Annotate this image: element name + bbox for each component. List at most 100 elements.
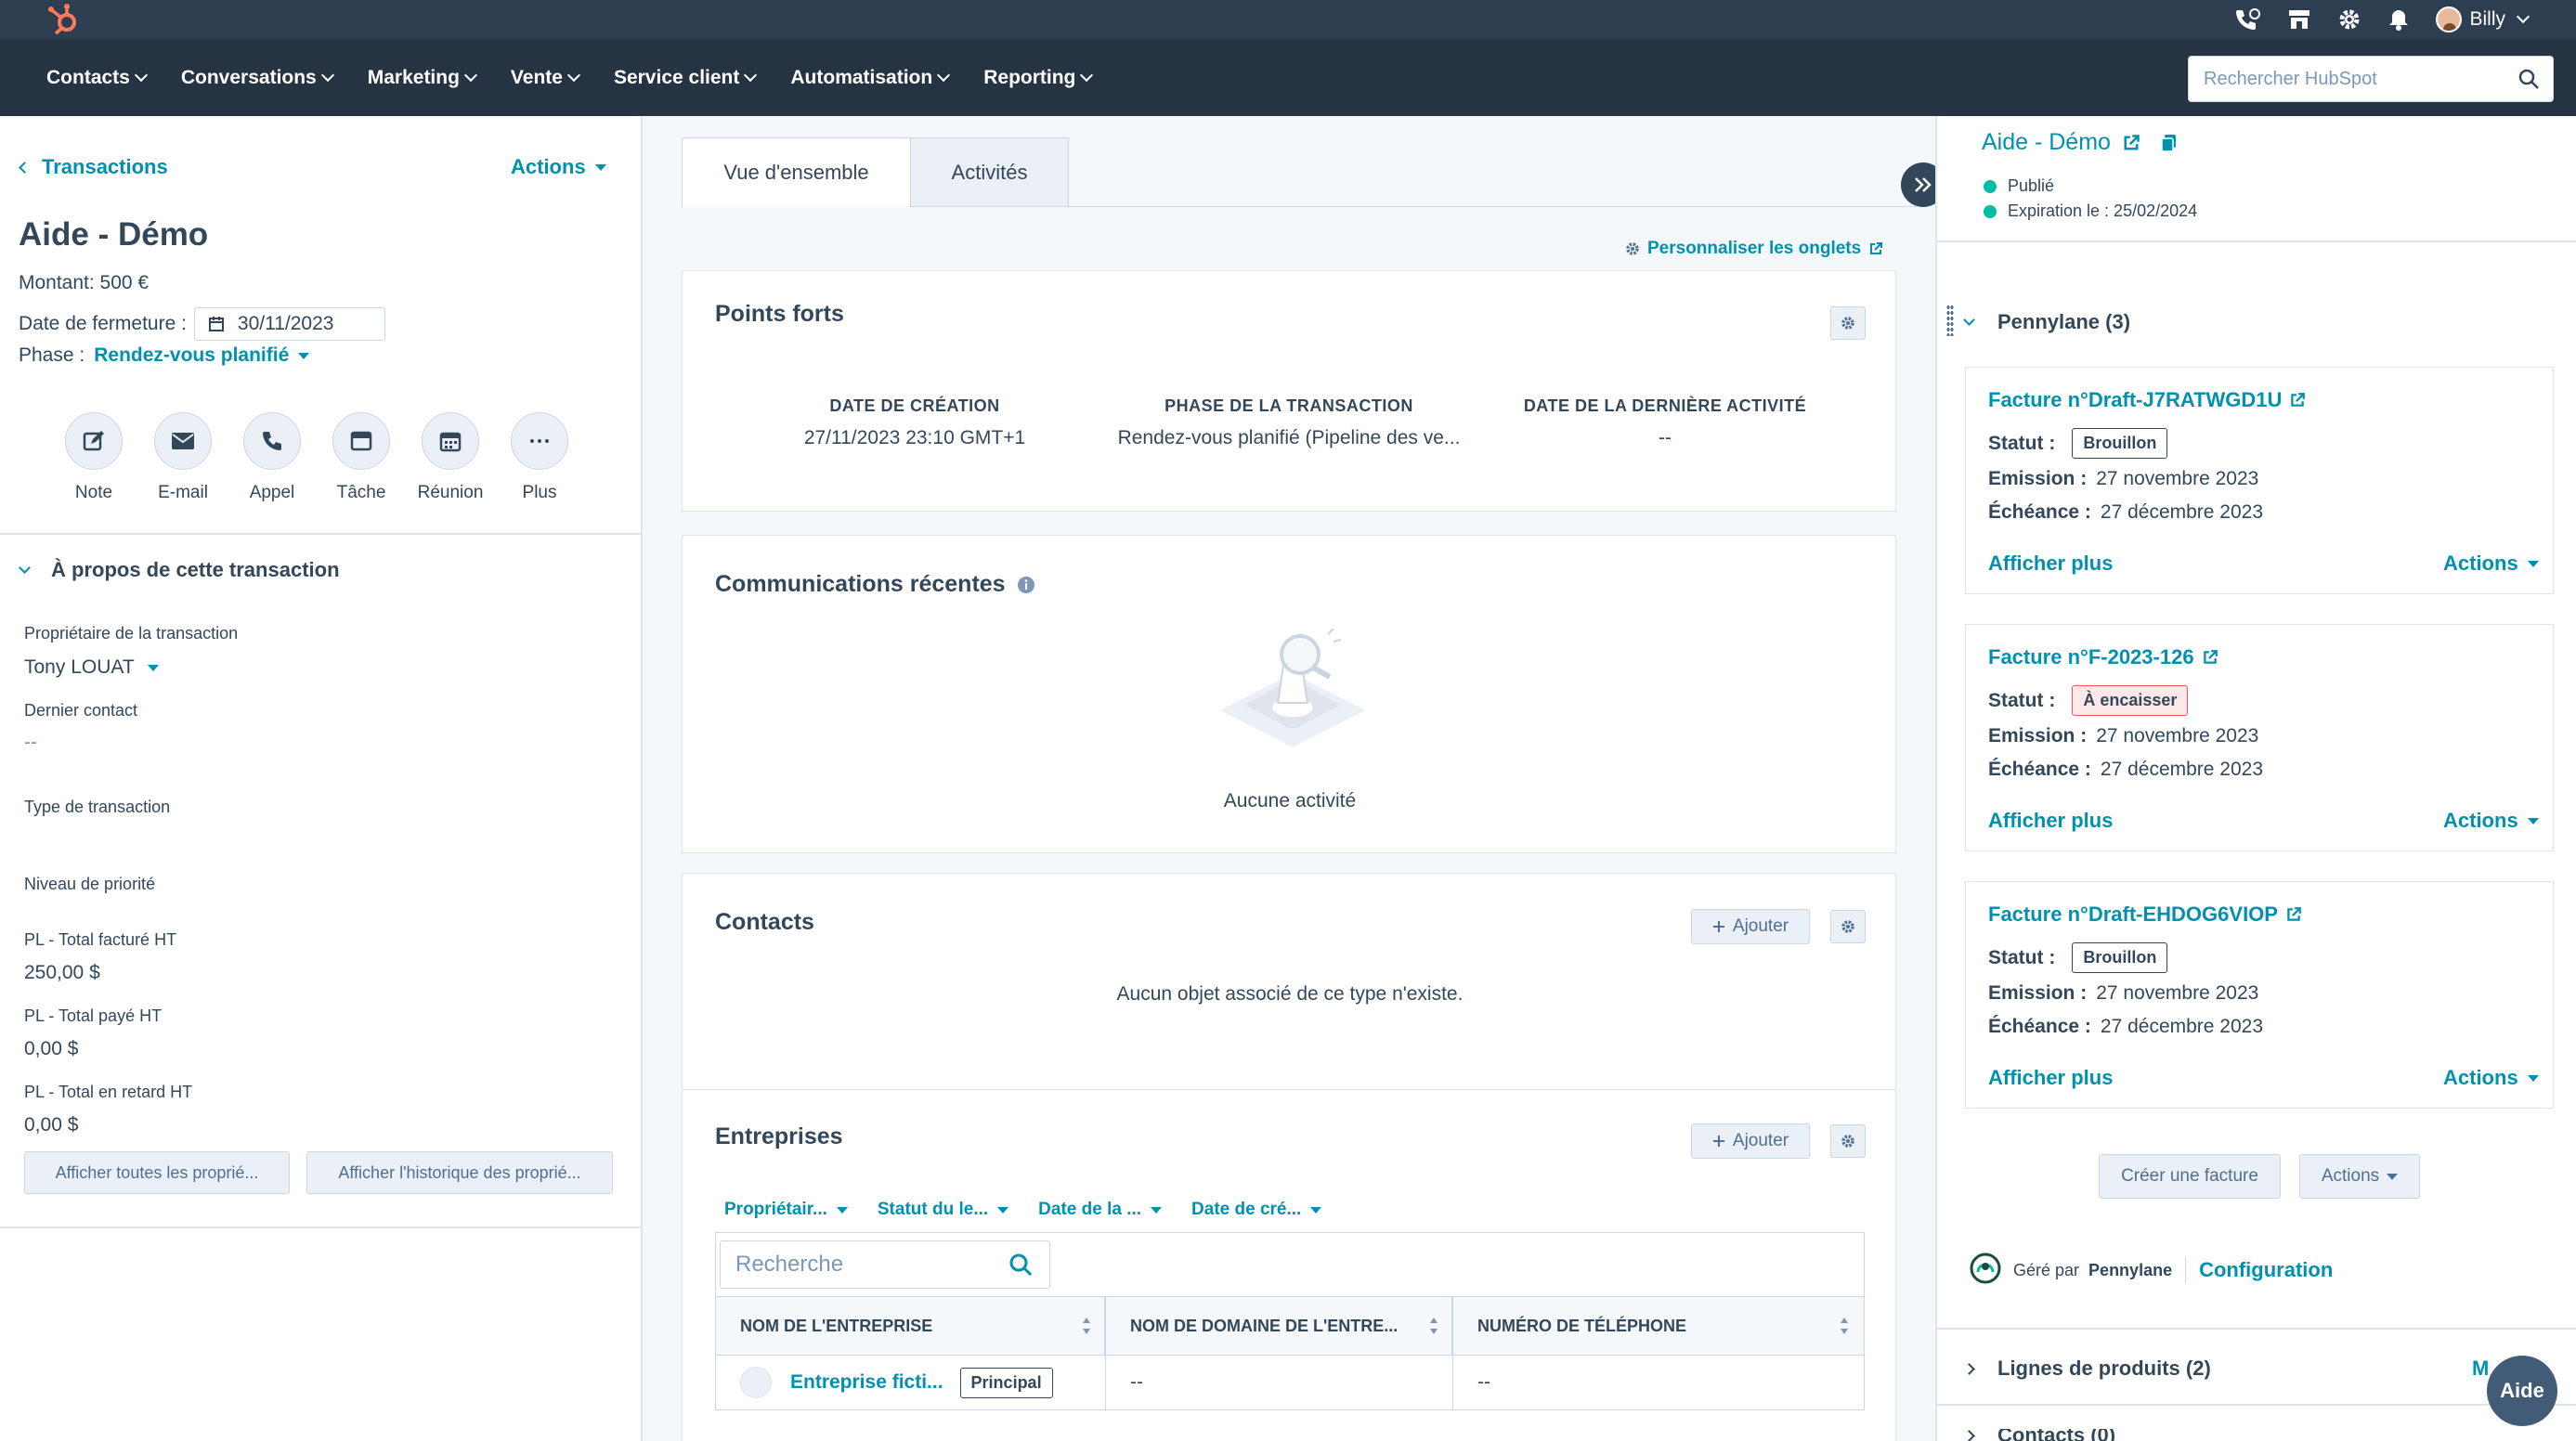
total-billed-value[interactable]: 250,00 $ (24, 962, 100, 984)
nav-conversations[interactable]: Conversations (181, 67, 334, 89)
filter-lead-status[interactable]: Statut du le... (878, 1200, 1009, 1220)
task-action[interactable]: Tâche (332, 412, 390, 503)
pennylane-section-toggle[interactable]: Pennylane (3) (1958, 310, 2130, 334)
tab-activities[interactable]: Activités (911, 137, 1069, 207)
total-late-value[interactable]: 0,00 $ (24, 1114, 78, 1136)
company-filters: Propriétair... Statut du le... Date de l… (724, 1200, 1322, 1220)
more-action-button[interactable] (511, 412, 568, 470)
filter-created-date[interactable]: Date de cré... (1191, 1200, 1322, 1220)
show-more-link[interactable]: Afficher plus (1988, 809, 2113, 833)
pennylane-logo (1970, 1253, 2001, 1284)
add-contact-button[interactable]: Ajouter (1691, 909, 1810, 944)
companies-settings-button[interactable] (1830, 1124, 1866, 1158)
filter-owner[interactable]: Propriétair... (724, 1200, 848, 1220)
owner-dropdown[interactable]: Tony LOUAT (24, 656, 159, 679)
invoice-title-link[interactable]: Facture n°Draft-EHDOG6VIOP (1988, 902, 2302, 927)
external-link-icon (2203, 650, 2218, 664)
nav-service-client[interactable]: Service client (614, 67, 758, 89)
email-action-button[interactable] (154, 412, 212, 470)
help-button[interactable]: Aide (2487, 1356, 2557, 1426)
back-to-transactions-link[interactable]: Transactions (19, 155, 168, 179)
recent-communications-header: Communications récentes (715, 571, 1035, 598)
pennylane-actions-button[interactable]: Actions (2299, 1154, 2420, 1199)
drag-handle-icon[interactable] (1946, 305, 1954, 336)
divider (0, 533, 641, 535)
sort-icon[interactable] (1082, 1316, 1091, 1336)
help-desk-card-title[interactable]: Aide - Démo (1982, 129, 2178, 156)
copy-icon[interactable] (2161, 134, 2178, 152)
nav-vente[interactable]: Vente (511, 67, 581, 89)
filter-label: Date de la ... (1038, 1200, 1142, 1219)
record-title[interactable]: Aide - Démo (19, 216, 208, 253)
invoice-title-link[interactable]: Facture n°Draft-J7RATWGD1U (1988, 388, 2306, 412)
call-action-button[interactable] (243, 412, 301, 470)
invoice-actions-dropdown[interactable]: Actions (2443, 809, 2539, 833)
meeting-action[interactable]: Réunion (418, 412, 483, 503)
contacts-card: Contacts Ajouter Aucun objet associé de … (682, 873, 1896, 1090)
divider (1937, 1404, 2576, 1406)
filter-last-date[interactable]: Date de la ... (1038, 1200, 1163, 1220)
column-company-name[interactable]: NOM DE L'ENTREPRISE (716, 1297, 1106, 1355)
settings-icon[interactable] (2337, 7, 2361, 32)
column-phone[interactable]: NUMÉRO DE TÉLÉPHONE (1453, 1297, 1862, 1355)
nav-contacts[interactable]: Contacts (46, 67, 148, 89)
notification-bell-icon[interactable] (2387, 7, 2410, 32)
call-action[interactable]: Appel (243, 412, 301, 503)
hubspot-logo[interactable] (45, 2, 82, 37)
column-domain[interactable]: NOM DE DOMAINE DE L'ENTRE... (1106, 1297, 1453, 1355)
global-search-input[interactable] (2189, 68, 2495, 90)
show-more-link[interactable]: Afficher plus (1988, 1066, 2113, 1090)
note-action[interactable]: Note (65, 412, 123, 503)
company-name-link[interactable]: Entreprise ficti... (790, 1371, 943, 1394)
caret-down-icon (1310, 1206, 1322, 1214)
sort-icon[interactable] (1429, 1316, 1438, 1336)
companies-search-input[interactable] (721, 1241, 999, 1288)
product-lines-section-toggle[interactable]: Lignes de produits (2) (1958, 1357, 2211, 1381)
record-actions-dropdown[interactable]: Actions (511, 155, 606, 179)
meeting-action-button[interactable] (422, 412, 479, 470)
external-link-icon (2124, 134, 2140, 149)
actions-label: Actions (511, 155, 586, 178)
marketplace-icon[interactable] (2287, 7, 2311, 32)
add-company-button[interactable]: Ajouter (1691, 1123, 1810, 1159)
task-action-button[interactable] (332, 412, 390, 470)
configuration-link[interactable]: Configuration (2199, 1258, 2333, 1282)
show-all-properties-button[interactable]: Afficher toutes les proprié... (24, 1151, 290, 1194)
more-action[interactable]: Plus (511, 412, 568, 503)
sort-icon[interactable] (1840, 1316, 1849, 1336)
invoice-title-link[interactable]: Facture n°F-2023-126 (1988, 645, 2218, 669)
nav-reporting[interactable]: Reporting (983, 67, 1094, 89)
highlight-value: -- (1659, 427, 1672, 448)
invoice-actions-dropdown[interactable]: Actions (2443, 1066, 2539, 1090)
phase-dropdown[interactable]: Rendez-vous planifié (94, 344, 310, 367)
contacts-section-toggle[interactable]: Contacts (0) (1958, 1429, 2115, 1441)
user-menu[interactable]: Billy (2436, 6, 2530, 32)
highlight-label: DATE DE LA DERNIÈRE ACTIVITÉ (1523, 396, 1807, 415)
owner-label: Propriétaire de la transaction (24, 624, 239, 643)
total-paid-value[interactable]: 0,00 $ (24, 1038, 78, 1060)
calling-icon[interactable] (2233, 6, 2261, 32)
invoice-actions-dropdown[interactable]: Actions (2443, 552, 2539, 576)
note-action-button[interactable] (65, 412, 123, 470)
info-icon[interactable] (1017, 576, 1035, 594)
search-icon[interactable] (2517, 68, 2540, 90)
nav-marketing[interactable]: Marketing (368, 67, 477, 89)
highlights-settings-button[interactable] (1830, 306, 1866, 340)
invoice-title: Facture n°Draft-J7RATWGD1U (1988, 388, 2283, 411)
close-date-input[interactable]: 30/11/2023 (193, 307, 385, 341)
tab-overview[interactable]: Vue d'ensemble (682, 137, 911, 207)
phase-value: Rendez-vous planifié (94, 344, 290, 366)
chevron-down-icon (937, 68, 951, 82)
nav-automatisation[interactable]: Automatisation (790, 67, 951, 89)
chevron-down-icon (134, 68, 148, 82)
create-invoice-button[interactable]: Créer une facture (2099, 1154, 2281, 1199)
show-more-link[interactable]: Afficher plus (1988, 552, 2113, 576)
search-icon[interactable] (1008, 1253, 1033, 1277)
customize-tabs-link[interactable]: Personnaliser les onglets (1625, 239, 1883, 259)
company-domain-cell: -- (1106, 1356, 1453, 1409)
about-section-toggle[interactable]: À propos de cette transaction (19, 558, 340, 582)
product-lines-manage-link[interactable]: M (2472, 1357, 2489, 1381)
email-action[interactable]: E-mail (154, 412, 212, 503)
contacts-settings-button[interactable] (1830, 910, 1866, 943)
show-property-history-button[interactable]: Afficher l'historique des proprié... (306, 1151, 613, 1194)
